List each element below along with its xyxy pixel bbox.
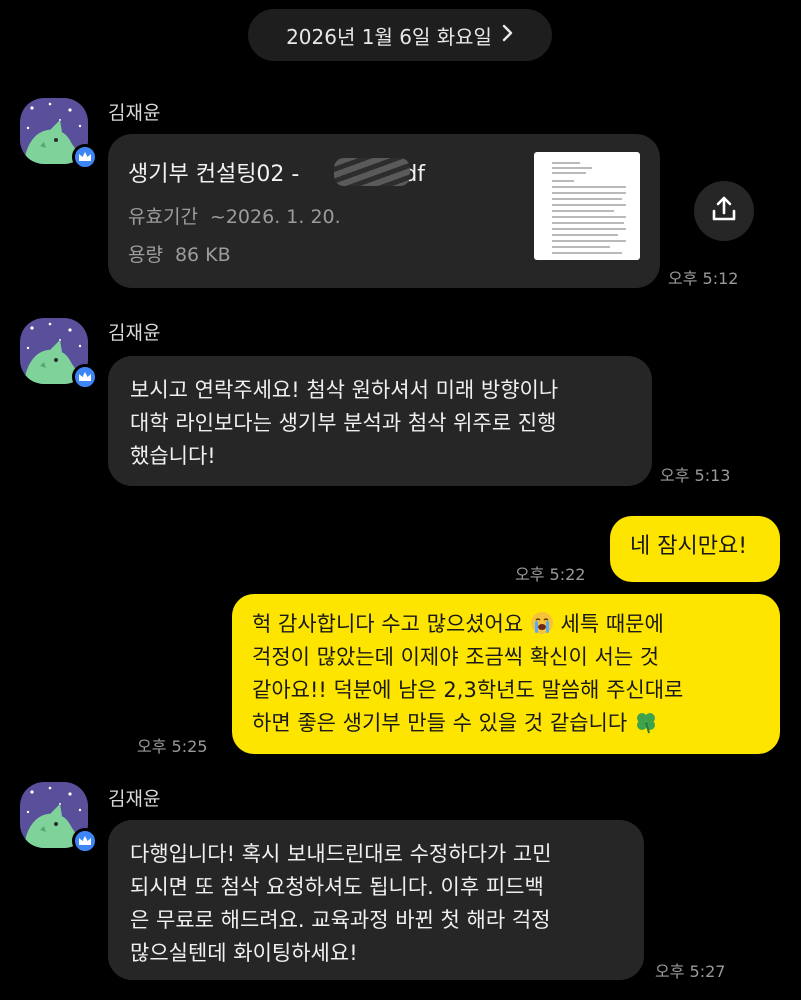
file-name-prefix: 생기부 컨설팅02 - (128, 162, 300, 187)
crown-icon (72, 828, 98, 854)
message-time: 오후 5:13 (660, 466, 731, 485)
message-time: 오후 5:27 (655, 962, 726, 981)
share-button[interactable] (694, 181, 754, 241)
redaction-scribble (334, 158, 410, 186)
sender-name: 김재윤 (108, 102, 161, 124)
message-time: 오후 5:22 (515, 565, 586, 584)
loudly-crying-face-icon (530, 611, 554, 635)
message-time: 오후 5:12 (668, 269, 739, 288)
share-upload-icon (709, 194, 739, 228)
message-bubble-outgoing[interactable]: 네 잠시만요! (610, 516, 780, 582)
message-bubble-outgoing[interactable]: 헉 감사합니다 수고 많으셨어요 세특 때문에 걱정이 많았는데 이제야 조금씩… (232, 594, 780, 754)
size-value: 86 KB (174, 244, 231, 266)
avatar[interactable] (20, 98, 98, 170)
date-label: 2026년 1월 6일 화요일 (286, 24, 492, 49)
file-expiry: 유효기간 ~2026. 1. 20. (128, 202, 341, 229)
avatar[interactable] (20, 782, 98, 854)
date-divider[interactable]: 2026년 1월 6일 화요일 (248, 9, 552, 61)
message-time: 오후 5:25 (137, 737, 208, 756)
file-thumbnail (534, 152, 640, 260)
avatar[interactable] (20, 318, 98, 390)
file-message[interactable]: 생기부 컨설팅02 -pdf 유효기간~2026. 1. 20. 용량86 KB (108, 134, 660, 288)
sender-name: 김재윤 (108, 322, 161, 344)
expiry-label: 유효기간 (128, 206, 198, 228)
crown-icon (72, 144, 98, 170)
message-bubble-incoming[interactable]: 보시고 연락주세요! 첨삭 원하셔서 미래 방향이나 대학 라인보다는 생기부 … (108, 356, 652, 486)
chevron-right-icon (502, 23, 514, 47)
crown-icon (72, 364, 98, 390)
four-leaf-clover-icon (634, 710, 658, 734)
message-bubble-incoming[interactable]: 다행입니다! 혹시 보내드린대로 수정하다가 고민 되시면 또 첨삭 요청하셔도… (108, 820, 644, 980)
expiry-value: ~2026. 1. 20. (209, 206, 341, 228)
sender-name: 김재윤 (108, 788, 161, 810)
size-label: 용량 (128, 244, 163, 266)
file-size: 용량 86 KB (128, 240, 231, 267)
message-text: 헉 감사합니다 수고 많으셨어요 (252, 612, 524, 636)
